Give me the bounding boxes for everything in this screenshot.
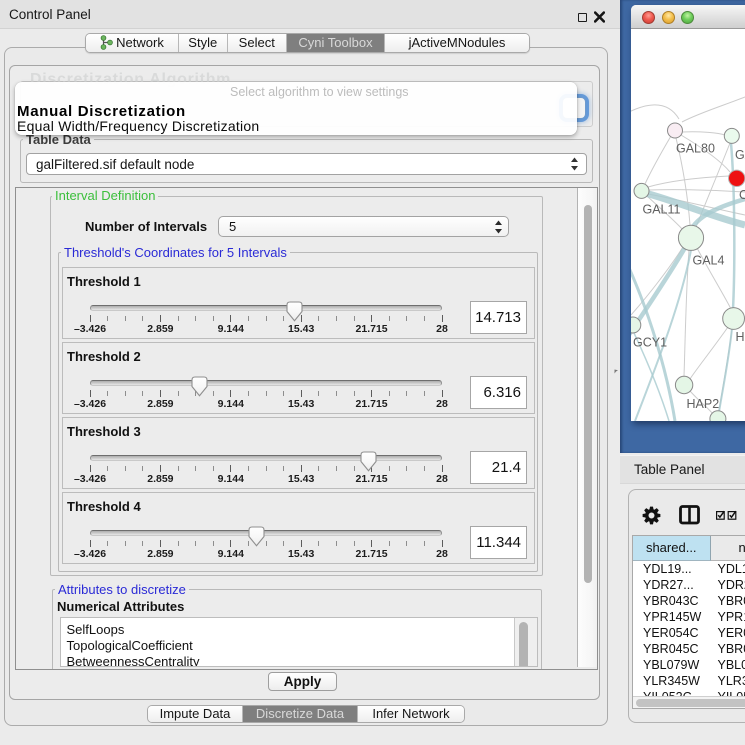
svg-text:GAL4: GAL4 — [693, 254, 725, 268]
svg-text:GAL80: GAL80 — [676, 142, 715, 156]
svg-text:GAL11: GAL11 — [643, 203, 681, 217]
svg-text:HAP2: HAP2 — [687, 397, 720, 411]
svg-text:H: H — [736, 330, 745, 344]
svg-text:C: C — [739, 188, 745, 202]
svg-text:GA: GA — [735, 148, 745, 162]
svg-text:GCY1: GCY1 — [633, 336, 667, 350]
